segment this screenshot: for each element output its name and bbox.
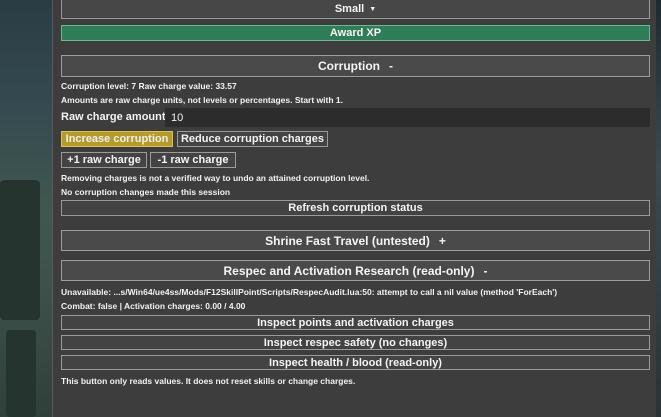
corruption-warning: Removing charges is not a verified way t…: [61, 173, 370, 183]
corruption-status-line: Corruption level: 7 Raw charge value: 33…: [61, 81, 237, 91]
shrine-fast-travel-section-header[interactable]: Shrine Fast Travel (untested) +: [61, 230, 650, 251]
plus-one-raw-charge-button[interactable]: +1 raw charge: [61, 152, 147, 168]
shrine-section-title: Shrine Fast Travel (untested): [265, 233, 430, 248]
inspect-respec-safety-button[interactable]: Inspect respec safety (no changes): [61, 335, 650, 350]
respec-section-title: Respec and Activation Research (read-onl…: [223, 263, 475, 278]
corruption-section-title: Corruption: [318, 59, 380, 73]
raw-charge-amount-input[interactable]: [165, 108, 650, 127]
expand-icon: +: [438, 233, 446, 248]
raw-charge-amount-label: Raw charge amount: [61, 111, 166, 123]
corruption-section-header[interactable]: Corruption -: [61, 55, 650, 77]
respec-error-line: Unavailable: ...s/Win64/ue4ss/Mods/F12Sk…: [61, 287, 558, 297]
award-xp-button[interactable]: Award XP: [61, 25, 650, 41]
respec-combat-line: Combat: false | Activation charges: 0.00…: [61, 301, 246, 311]
respec-research-section-header[interactable]: Respec and Activation Research (read-onl…: [61, 260, 650, 281]
increase-corruption-button[interactable]: Increase corruption: [61, 131, 173, 147]
collapse-icon: -: [389, 59, 393, 73]
mod-menu-panel: Small ▼ Award XP Corruption - Corruption…: [52, 0, 656, 417]
corruption-session-status: No corruption changes made this session: [61, 187, 231, 197]
minus-one-raw-charge-button[interactable]: -1 raw charge: [150, 152, 236, 168]
collapse-icon: -: [483, 263, 488, 278]
inspect-health-button[interactable]: Inspect health / blood (read-only): [61, 355, 650, 370]
background-tree: [0, 180, 40, 320]
corruption-note: Amounts are raw charge units, not levels…: [61, 95, 343, 105]
size-dropdown-value: Small: [334, 3, 365, 15]
respec-footer-note: This button only reads values. It does n…: [61, 376, 356, 386]
game-background: [0, 0, 52, 417]
reduce-corruption-button[interactable]: Reduce corruption charges: [177, 131, 328, 147]
background-rock: [6, 330, 36, 417]
size-dropdown[interactable]: Small ▼: [61, 0, 650, 19]
caret-down-icon: ▼: [369, 5, 377, 13]
refresh-corruption-status-button[interactable]: Refresh corruption status: [61, 200, 650, 216]
inspect-points-button[interactable]: Inspect points and activation charges: [61, 315, 650, 330]
